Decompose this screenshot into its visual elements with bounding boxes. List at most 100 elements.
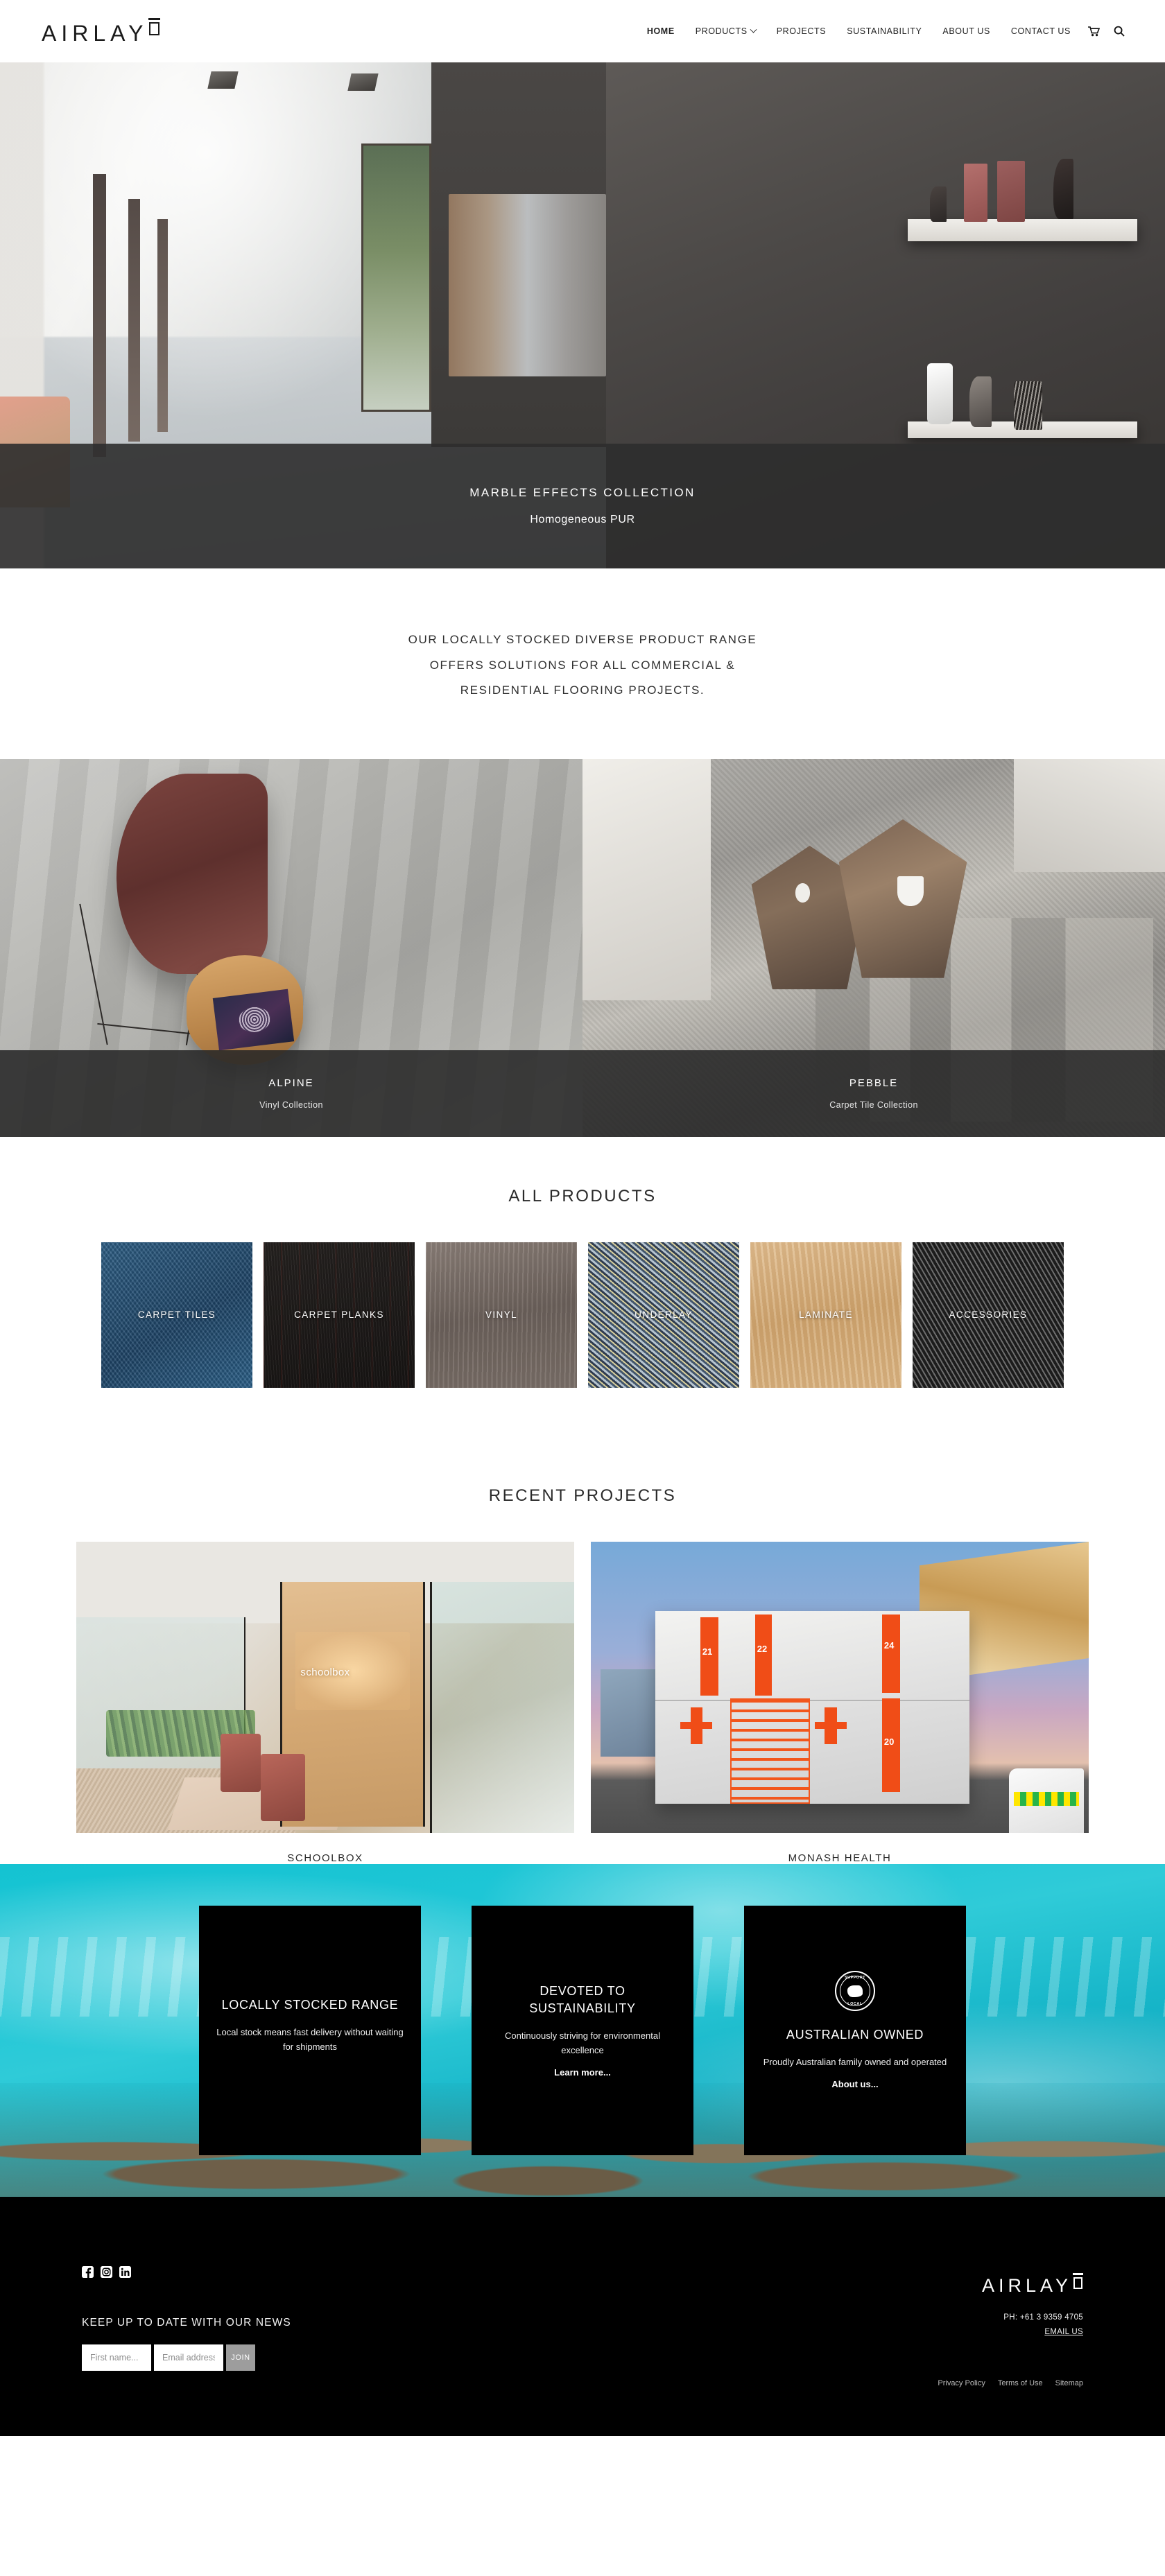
nav-label: HOME <box>646 26 675 36</box>
social-links <box>82 2265 512 2278</box>
facebook-icon[interactable] <box>82 2265 94 2278</box>
project-card-schoolbox[interactable]: schoolbox SCHOOLBOX <box>76 1541 574 1864</box>
nav-item-about-us[interactable]: ABOUT US <box>932 26 1000 36</box>
product-tile-label: CARPET PLANKS <box>294 1309 384 1320</box>
collection-subtitle: Vinyl Collection <box>259 1099 323 1110</box>
nav-item-home[interactable]: HOME <box>637 26 685 36</box>
product-tiles: CARPET TILES CARPET PLANKS VINYL UNDERLA… <box>0 1206 1165 1436</box>
footer-phone: PH: +61 3 9359 4705 <box>1003 2313 1083 2322</box>
nav-item-sustainability[interactable]: SUSTAINABILITY <box>836 26 932 36</box>
feature-title: AUSTRALIAN OWNED <box>786 2028 924 2042</box>
collection-title: PEBBLE <box>849 1077 899 1089</box>
nav-item-contact-us[interactable]: CONTACT US <box>1001 26 1081 36</box>
footer-logo[interactable]: AIRLAY <box>982 2272 1083 2295</box>
product-tile-label: LAMINATE <box>799 1309 853 1320</box>
feature-body: Proudly Australian family owned and oper… <box>763 2057 947 2068</box>
unit-number: 21 <box>702 1646 713 1657</box>
collection-caption-pebble: PEBBLE Carpet Tile Collection <box>582 1050 1165 1137</box>
site-logo[interactable]: AIRLAY <box>28 18 161 46</box>
nav-label: PRODUCTS <box>695 26 748 36</box>
feature-card-australian-owned: SUPPORT LOCAL AUSTRALIAN OWNED Proudly A… <box>744 1905 966 2155</box>
feature-title: DEVOTED TO SUSTAINABILITY <box>529 1984 636 2016</box>
monash-health-project-image: 21 22 24 20 <box>591 1541 1089 1833</box>
intro-line-3: RESIDENTIAL FLOORING PROJECTS. <box>460 684 705 697</box>
feature-card-sustainability: DEVOTED TO SUSTAINABILITY Continuously s… <box>472 1905 693 2155</box>
shopping-cart-icon[interactable] <box>1081 26 1107 37</box>
site-footer: KEEP UP TO DATE WITH OUR NEWS JOIN AIRLA… <box>0 2196 1165 2436</box>
footer-link-sitemap[interactable]: Sitemap <box>1055 2379 1083 2387</box>
all-products-heading: ALL PRODUCTS <box>508 1186 657 1206</box>
hero-banner[interactable]: MARBLE EFFECTS COLLECTION Homogeneous PU… <box>0 62 1165 568</box>
intro-section: OUR LOCALLY STOCKED DIVERSE PRODUCT RANG… <box>0 568 1165 759</box>
footer-email-us-link[interactable]: EMAIL US <box>1044 2328 1083 2336</box>
unit-number: 22 <box>757 1643 768 1654</box>
recent-projects-heading: RECENT PROJECTS <box>488 1486 677 1505</box>
nav-item-products[interactable]: PRODUCTS <box>685 26 766 36</box>
product-tile-label: UNDERLAY <box>635 1309 693 1320</box>
nav-label: CONTACT US <box>1010 26 1071 36</box>
feature-title: LOCALLY STOCKED RANGE <box>221 1998 399 2012</box>
support-local-badge-icon: SUPPORT LOCAL <box>835 1971 875 2012</box>
feature-body: Continuously striving for environmental … <box>505 2030 660 2055</box>
all-products-section: ALL PRODUCTS CARPET TILES CARPET PLANKS … <box>0 1137 1165 1436</box>
footer-link-terms-of-use[interactable]: Terms of Use <box>998 2379 1043 2387</box>
collection-card-alpine[interactable]: ALPINE Vinyl Collection <box>0 758 582 1137</box>
logo-mark-icon <box>148 18 161 39</box>
badge-bottom-text: LOCAL <box>847 2002 863 2007</box>
product-tile-laminate[interactable]: LAMINATE <box>750 1242 901 1388</box>
join-button[interactable]: JOIN <box>226 2344 255 2371</box>
search-icon[interactable] <box>1107 26 1132 37</box>
footer-link-privacy-policy[interactable]: Privacy Policy <box>938 2379 985 2387</box>
product-tile-label: CARPET TILES <box>137 1309 216 1320</box>
hero-caption: MARBLE EFFECTS COLLECTION Homogeneous PU… <box>0 444 1165 568</box>
feature-card-locally-stocked: LOCALLY STOCKED RANGE Local stock means … <box>199 1905 421 2155</box>
feature-link-learn-more[interactable]: Learn more... <box>554 2067 611 2078</box>
product-tile-vinyl[interactable]: VINYL <box>426 1242 577 1388</box>
nav-label: SUSTAINABILITY <box>847 26 922 36</box>
product-tile-label: VINYL <box>485 1309 518 1320</box>
footer-logo-mark-icon <box>1073 2272 1083 2291</box>
product-tile-carpet-tiles[interactable]: CARPET TILES <box>101 1242 252 1388</box>
schoolbox-project-image: schoolbox <box>76 1541 574 1833</box>
collection-title: ALPINE <box>268 1077 314 1089</box>
footer-left: KEEP UP TO DATE WITH OUR NEWS JOIN <box>82 2243 512 2387</box>
schoolbox-logo-text: schoolbox <box>300 1666 350 1679</box>
collection-subtitle: Carpet Tile Collection <box>829 1099 918 1110</box>
feature-body: Local stock means fast delivery without … <box>216 2027 404 2053</box>
project-label: SCHOOLBOX <box>287 1852 363 1864</box>
newsletter-title: KEEP UP TO DATE WITH OUR NEWS <box>82 2316 291 2329</box>
linkedin-icon[interactable] <box>119 2265 131 2278</box>
product-tile-accessories[interactable]: ACCESSORIES <box>913 1242 1064 1388</box>
intro-line-1: OUR LOCALLY STOCKED DIVERSE PRODUCT RANG… <box>408 633 757 646</box>
newsletter-form: JOIN <box>82 2344 512 2371</box>
site-header: AIRLAY HOME PRODUCTS PROJECTS SUSTAINABI… <box>0 0 1165 62</box>
collection-caption-alpine: ALPINE Vinyl Collection <box>0 1050 582 1137</box>
instagram-icon[interactable] <box>101 2265 112 2278</box>
featured-collections: ALPINE Vinyl Collection PEBBLE Carpet Ti… <box>0 758 1165 1137</box>
product-tile-carpet-planks[interactable]: CARPET PLANKS <box>264 1242 415 1388</box>
logo-text: AIRLAY <box>42 21 148 46</box>
email-input[interactable] <box>154 2344 223 2371</box>
nav-item-projects[interactable]: PROJECTS <box>766 26 836 36</box>
project-cards: schoolbox SCHOOLBOX 21 22 24 20 MONASH H… <box>0 1506 1165 1864</box>
intro-text: OUR LOCALLY STOCKED DIVERSE PRODUCT RANG… <box>333 627 832 704</box>
nav-label: PROJECTS <box>776 26 827 36</box>
footer-right: AIRLAY PH: +61 3 9359 4705 EMAIL US Priv… <box>938 2243 1083 2387</box>
feature-link-about-us[interactable]: About us... <box>831 2079 878 2089</box>
project-label: MONASH HEALTH <box>788 1852 892 1864</box>
unit-number: 20 <box>883 1737 895 1748</box>
project-card-monash-health[interactable]: 21 22 24 20 MONASH HEALTH <box>591 1541 1089 1864</box>
chevron-down-icon <box>750 26 757 33</box>
first-name-input[interactable] <box>82 2344 151 2371</box>
hero-subtitle: Homogeneous PUR <box>530 514 635 525</box>
recent-projects-section: RECENT PROJECTS schoolbox SCHOOLBOX 21 2… <box>0 1436 1165 1864</box>
footer-legal-links: Privacy Policy Terms of Use Sitemap <box>938 2379 1083 2387</box>
nav-label: ABOUT US <box>942 26 990 36</box>
collection-card-pebble[interactable]: PEBBLE Carpet Tile Collection <box>582 758 1165 1137</box>
product-tile-label: ACCESSORIES <box>949 1309 1028 1320</box>
main-navigation: HOME PRODUCTS PROJECTS SUSTAINABILITY AB… <box>637 26 1132 37</box>
intro-line-2: OFFERS SOLUTIONS FOR ALL COMMERCIAL & <box>429 658 736 672</box>
features-section: LOCALLY STOCKED RANGE Local stock means … <box>0 1863 1165 2197</box>
product-tile-underlay[interactable]: UNDERLAY <box>588 1242 739 1388</box>
unit-number: 24 <box>883 1640 895 1651</box>
